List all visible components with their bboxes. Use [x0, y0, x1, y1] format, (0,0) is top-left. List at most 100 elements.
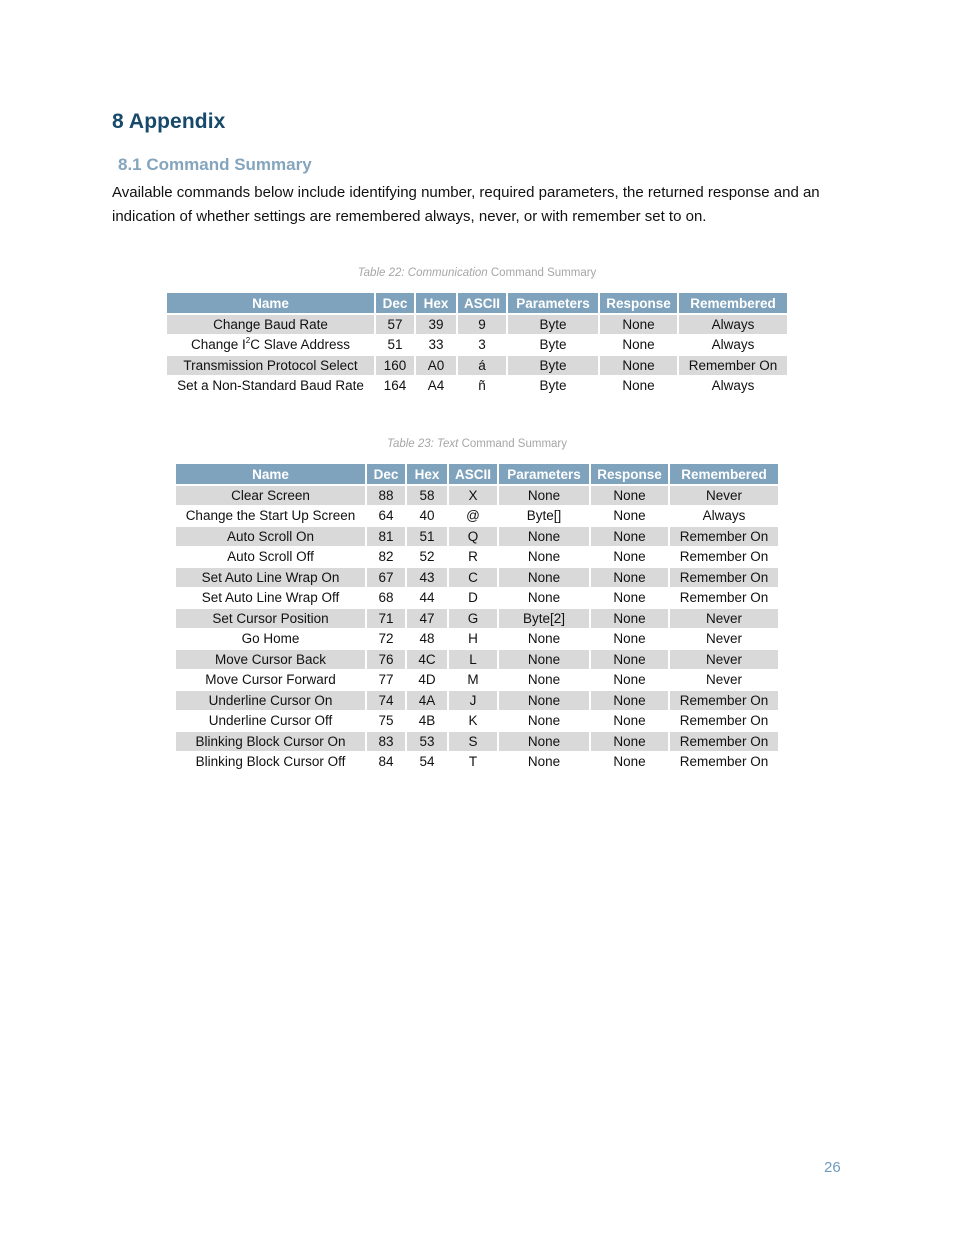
cell-dec: 164 [376, 377, 414, 397]
cell-name: Move Cursor Forward [176, 671, 365, 691]
cell-parameters: None [499, 486, 589, 507]
cell-ascii: C [449, 568, 497, 589]
cell-response: None [600, 377, 677, 397]
cell-dec: 83 [367, 732, 405, 753]
column-header-response: Response [600, 293, 677, 315]
cell-ascii: @ [449, 507, 497, 527]
cell-name: Underline Cursor On [176, 691, 365, 712]
cell-dec: 74 [367, 691, 405, 712]
cell-name: Change Baud Rate [167, 315, 374, 336]
column-header-name: Name [176, 464, 365, 486]
table-row: Move Cursor Forward 77 4D M None None Never [176, 671, 778, 691]
cell-name: Set Cursor Position [176, 609, 365, 630]
table-row: Set Cursor Position 71 47 G Byte[2] None Never [176, 609, 778, 630]
cell-parameters: Byte [508, 315, 598, 336]
table-22-caption: Table 22: Communication Command Summary [0, 267, 954, 279]
table-row: Blinking Block Cursor On 83 53 S None None Rem… [176, 732, 778, 753]
cell-ascii: K [449, 712, 497, 732]
cell-name: Go Home [176, 630, 365, 650]
cell-dec: 81 [367, 527, 405, 548]
caption-rest: Command Summary [487, 267, 597, 279]
caption-rest: Command Summary [458, 438, 568, 450]
cell-dec: 76 [367, 650, 405, 671]
cell-ascii: R [449, 548, 497, 568]
cell-ascii: ñ [458, 377, 506, 397]
cell-ascii: X [449, 486, 497, 507]
cell-ascii: G [449, 609, 497, 630]
cell-response: None [591, 732, 668, 753]
cell-response: None [591, 507, 668, 527]
cell-ascii: T [449, 753, 497, 773]
section-heading: 8 Appendix [112, 110, 226, 133]
table-row: Clear Screen 88 58 X None None Never [176, 486, 778, 507]
cell-remembered: Always [670, 507, 778, 527]
column-header-ascii: ASCII [449, 464, 497, 486]
table-row: Change the Start Up Screen 64 40 @ Byte[] Non… [176, 507, 778, 527]
cell-dec: 57 [376, 315, 414, 336]
cell-response: None [591, 548, 668, 568]
cell-ascii: J [449, 691, 497, 712]
cell-ascii: M [449, 671, 497, 691]
cell-hex: 44 [407, 589, 447, 609]
cell-dec: 82 [367, 548, 405, 568]
cell-response: None [591, 753, 668, 773]
column-header-hex: Hex [407, 464, 447, 486]
cell-name-part: Change I [190, 337, 246, 353]
cell-name-part: C Slave Address [250, 337, 351, 353]
cell-dec: 72 [367, 630, 405, 650]
cell-ascii: S [449, 732, 497, 753]
cell-parameters: None [499, 650, 589, 671]
page-number: 26 [824, 1159, 841, 1176]
cell-dec: 84 [367, 753, 405, 773]
cell-remembered: Remember On [670, 753, 778, 773]
cell-remembered: Remember On [679, 356, 787, 377]
cell-parameters: Byte [508, 356, 598, 377]
cell-response: None [591, 691, 668, 712]
table-row: Blinking Block Cursor Off 84 54 T None None Re… [176, 753, 778, 773]
cell-ascii: 3 [458, 336, 506, 356]
cell-parameters: Byte[] [499, 507, 589, 527]
column-header-ascii: ASCII [458, 293, 506, 315]
cell-remembered: Remember On [670, 712, 778, 732]
cell-name: Set a Non-Standard Baud Rate [167, 377, 374, 397]
cell-parameters: Byte [508, 377, 598, 397]
cell-name: Blinking Block Cursor Off [176, 753, 365, 773]
cell-response: None [591, 568, 668, 589]
cell-dec: 67 [367, 568, 405, 589]
cell-remembered: Never [670, 486, 778, 507]
cell-ascii: 9 [458, 315, 506, 336]
cell-hex: 40 [407, 507, 447, 527]
table-row: Auto Scroll Off 82 52 R None None Remember On [176, 548, 778, 568]
cell-dec: 160 [376, 356, 414, 377]
cell-remembered: Remember On [670, 589, 778, 609]
column-header-parameters: Parameters [508, 293, 598, 315]
cell-remembered: Never [670, 609, 778, 630]
table-row: Underline Cursor On 74 4A J None None Remember… [176, 691, 778, 712]
cell-parameters: None [499, 691, 589, 712]
table-header-row: Name Dec Hex ASCII Parameters Response R… [167, 293, 787, 315]
cell-hex: 39 [416, 315, 456, 336]
cell-response: None [591, 609, 668, 630]
cell-ascii: L [449, 650, 497, 671]
cell-remembered: Always [679, 377, 787, 397]
cell-response: None [591, 527, 668, 548]
table-row: Underline Cursor Off 75 4B K None None Remembe… [176, 712, 778, 732]
cell-ascii: H [449, 630, 497, 650]
intro-paragraph: Available commands below include identif… [112, 184, 820, 225]
cell-name: Move Cursor Back [176, 650, 365, 671]
cell-response: None [600, 336, 677, 356]
cell-hex: 43 [407, 568, 447, 589]
cell-parameters: None [499, 671, 589, 691]
cell-dec: 71 [367, 609, 405, 630]
table-header-row: Name Dec Hex ASCII Parameters Response R… [176, 464, 778, 486]
column-header-remembered: Remembered [679, 293, 787, 315]
cell-response: None [591, 671, 668, 691]
caption-italic: Table 23: Text [386, 438, 459, 450]
cell-name: Set Auto Line Wrap Off [176, 589, 365, 609]
cell-parameters: None [499, 712, 589, 732]
communication-command-table: Name Dec Hex ASCII Parameters Response R… [165, 293, 789, 397]
cell-hex: 52 [407, 548, 447, 568]
cell-dec: 64 [367, 507, 405, 527]
cell-hex: 48 [407, 630, 447, 650]
cell-hex: 4A [407, 691, 447, 712]
